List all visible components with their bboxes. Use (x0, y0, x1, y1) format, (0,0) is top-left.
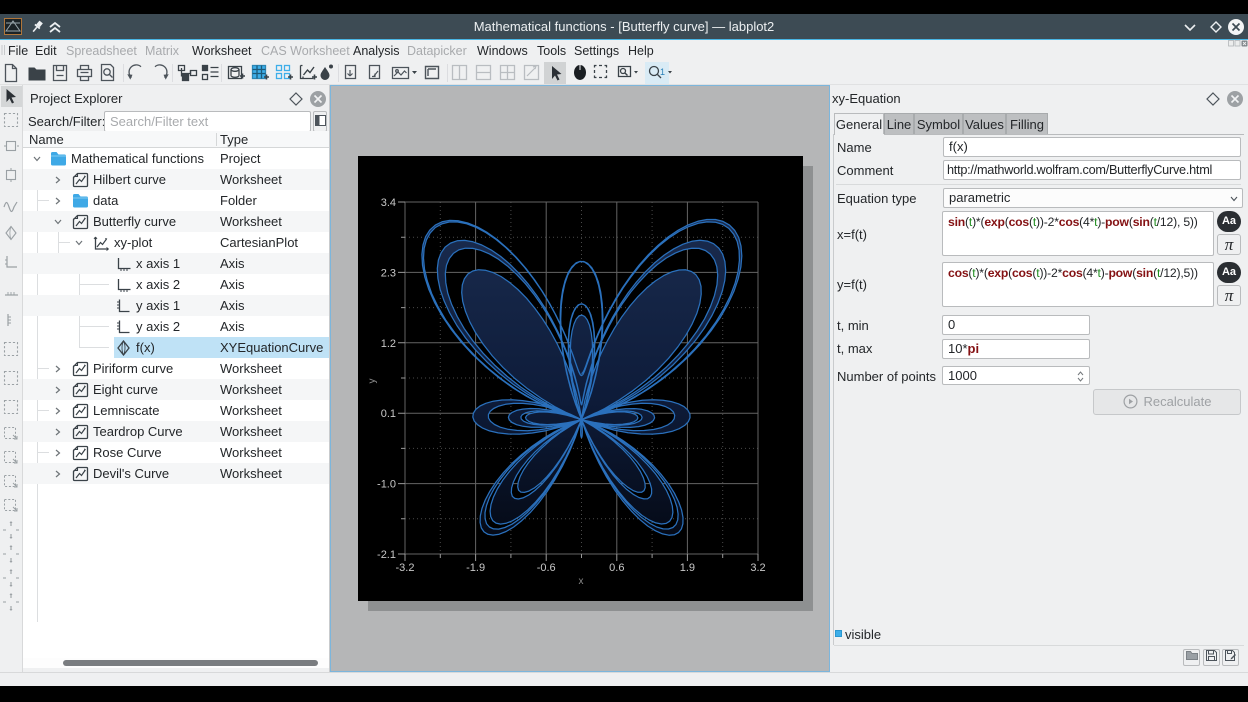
svg-text:1.2: 1.2 (381, 338, 396, 350)
svg-text:3.2: 3.2 (750, 562, 765, 574)
svg-text:3.4: 3.4 (381, 197, 396, 209)
svg-text:0.1: 0.1 (381, 408, 396, 420)
svg-text:-3.2: -3.2 (396, 562, 415, 574)
svg-text:2.3: 2.3 (381, 267, 396, 279)
svg-text:y: y (367, 379, 378, 384)
svg-text:x: x (579, 576, 584, 587)
svg-text:0.6: 0.6 (609, 562, 624, 574)
svg-text:1: 1 (660, 67, 665, 77)
svg-text:-2.1: -2.1 (377, 549, 396, 561)
svg-text:-0.6: -0.6 (537, 562, 556, 574)
svg-text:1.9: 1.9 (680, 562, 695, 574)
svg-text:-1.0: -1.0 (377, 479, 396, 491)
svg-text:-1.9: -1.9 (466, 562, 485, 574)
